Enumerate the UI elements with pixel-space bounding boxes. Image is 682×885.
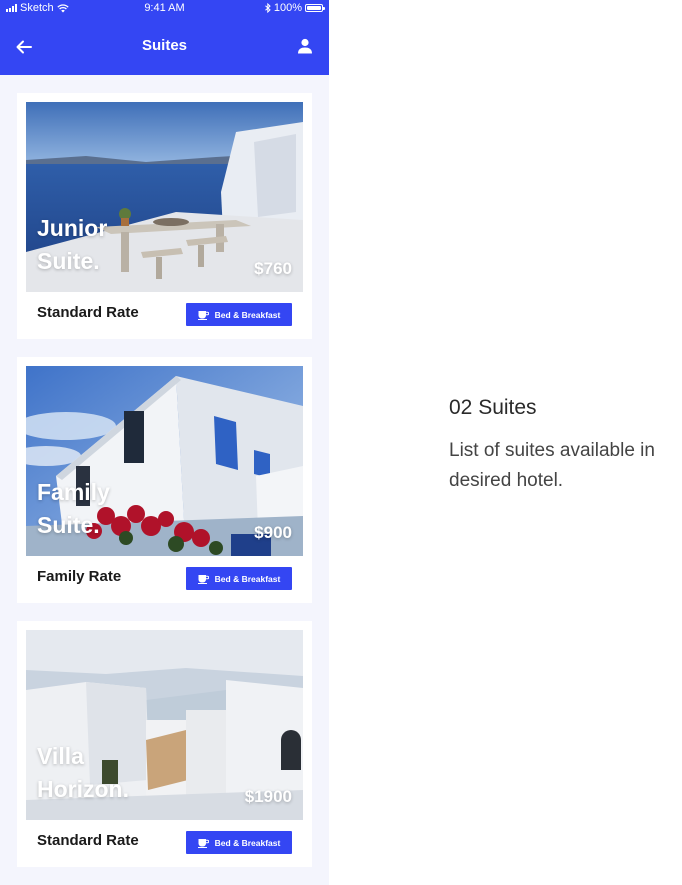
nav-bar: Suites [0,18,329,75]
battery-label: 100% [273,2,302,14]
suite-name: Family Suite. [37,479,110,538]
suite-name: Villa Horizon. [37,743,129,802]
battery-icon [305,4,325,12]
phone-screen: Sketch 9:41 AM 100% Suites Junior Suite.… [0,0,329,885]
coffee-cup-icon [197,838,209,848]
suite-card[interactable]: Villa Horizon. $1900 Standard Rate Bed &… [17,621,312,867]
badge-label: Bed & Breakfast [214,573,281,584]
suite-price: $900 [254,523,292,542]
status-bar: Sketch 9:41 AM 100% [0,0,329,18]
suite-photo: Family Suite. $900 [26,366,303,556]
rate-label: Family Rate [37,568,122,585]
suite-card[interactable]: Family Suite. $900 Family Rate Bed & Bre… [17,357,312,603]
bed-breakfast-badge[interactable]: Bed & Breakfast [186,831,292,854]
suite-name: Junior Suite. [37,215,108,274]
rate-label: Standard Rate [37,304,139,321]
suite-photo: Villa Horizon. $1900 [26,630,303,820]
rate-label: Standard Rate [37,832,139,849]
page-title: Suites [141,37,187,54]
coffee-cup-icon [197,310,209,320]
screen-caption-description: List of suites available in desired hote… [449,440,655,491]
suite-price: $1900 [244,787,292,806]
badge-label: Bed & Breakfast [214,309,281,320]
bed-breakfast-badge[interactable]: Bed & Breakfast [186,567,292,590]
suite-photo: Junior Suite. $760 [26,102,303,292]
suite-price: $760 [254,259,292,278]
bed-breakfast-badge[interactable]: Bed & Breakfast [186,303,292,326]
coffee-cup-icon [197,574,209,584]
badge-label: Bed & Breakfast [214,837,281,848]
bluetooth-icon [265,3,271,13]
screen-caption-title: 02 Suites [449,396,537,419]
suite-card[interactable]: Junior Suite. $760 Standard Rate Bed & B… [17,93,312,339]
user-icon[interactable] [297,38,313,54]
